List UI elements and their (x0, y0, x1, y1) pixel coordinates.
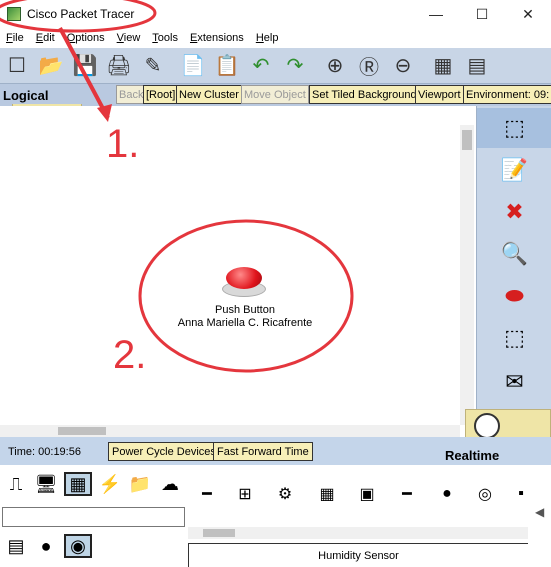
resize-shape-icon[interactable]: ⬚ (477, 318, 551, 358)
time-display: Time: 00:19:56 (8, 446, 81, 458)
actuators-icon[interactable]: ● (32, 534, 60, 558)
device-circle-annotation (138, 219, 354, 373)
temperature-probe-icon[interactable]: ━ (392, 480, 422, 508)
potentiometer-icon[interactable]: ● (432, 480, 462, 508)
clock-icon (474, 413, 500, 439)
packet-tracer-window: Cisco Packet Tracer — ☐ ✕ File Edit Opti… (0, 0, 551, 567)
scroll-left-arrow-icon[interactable]: ◀ (535, 505, 544, 519)
realtime-label: Realtime (445, 448, 500, 463)
vertical-scrollbar[interactable] (460, 125, 474, 425)
components-icon[interactable]: ▦ (64, 472, 92, 496)
annotation-step1: 1. (106, 122, 140, 166)
device-list-scrollbar[interactable] (188, 527, 528, 539)
sensors-icon[interactable]: ◉ (64, 534, 92, 558)
arrow-annotation (58, 27, 110, 119)
miscellaneous-icon[interactable]: 📁 (126, 472, 154, 496)
horizontal-scrollbar[interactable] (0, 425, 460, 437)
photo-sensor-icon[interactable]: ▪ (506, 480, 536, 508)
fast-forward-time-button[interactable]: Fast Forward Time (213, 442, 313, 461)
add-simple-pdu-icon[interactable]: ✉ (477, 362, 551, 402)
draw-ellipse-icon[interactable]: ⬬ (477, 276, 551, 316)
board-module-icon[interactable]: ▣ (352, 480, 382, 508)
selected-device-name: Humidity Sensor (188, 543, 528, 567)
title-circle-annotation (0, 0, 157, 33)
power-cycle-devices-button[interactable]: Power Cycle Devices (108, 442, 220, 461)
inspect-icon[interactable]: 🔍 (477, 234, 551, 274)
sound-sensor-icon[interactable]: ◎ (470, 480, 500, 508)
gears-module-icon[interactable]: ⚙ (270, 480, 300, 508)
device-search-input[interactable] (2, 507, 185, 527)
multiuser-icon[interactable]: ☁ (156, 472, 184, 496)
end-devices-icon[interactable]: 🖥 (32, 472, 60, 496)
select-icon[interactable]: ⬚ (477, 108, 551, 148)
network-module-icon[interactable]: ⊞ (230, 480, 260, 508)
delete-icon[interactable]: ✖ (477, 192, 551, 232)
humidity-sensor-icon[interactable]: ▦ (312, 480, 342, 508)
boards-icon[interactable]: ▤ (2, 534, 30, 558)
note-icon[interactable]: 📝 (477, 150, 551, 190)
arrow-head-annotation (97, 104, 112, 122)
common-tools-bar: ⬚ 📝 ✖ 🔍 ⬬ ⬚ ✉ (476, 106, 551, 436)
cable-icon[interactable]: ━ (192, 480, 222, 508)
annotation-step2: 2. (113, 333, 147, 377)
connections-icon[interactable]: ⚡ (96, 472, 124, 496)
network-devices-icon[interactable]: ⎍ (2, 472, 30, 496)
